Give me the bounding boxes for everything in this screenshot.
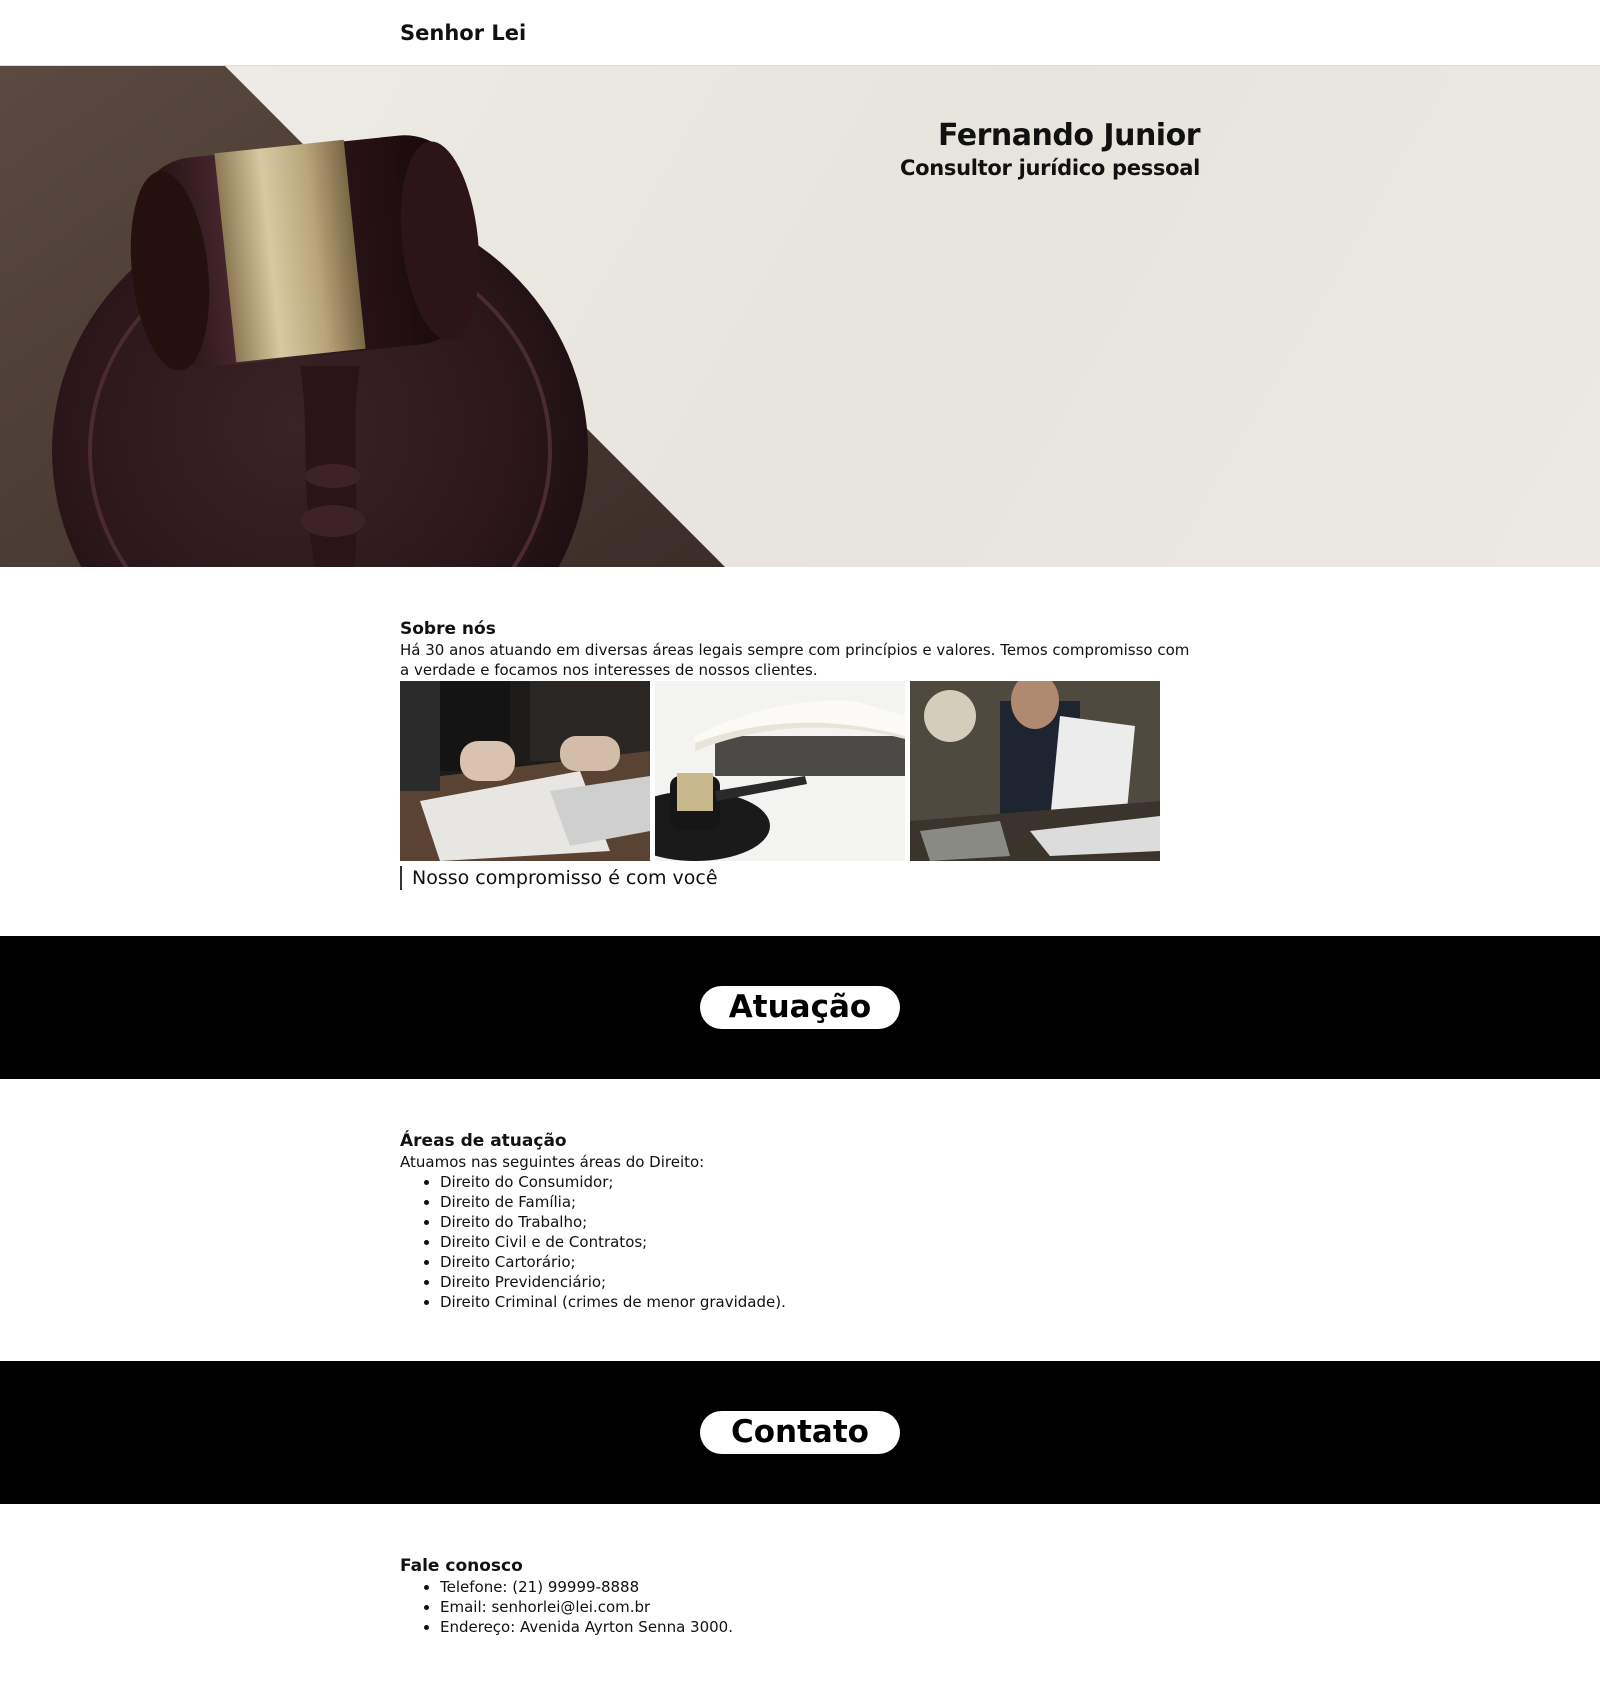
list-item: Direito Cartorário; xyxy=(440,1252,1200,1272)
contact-address: Endereço: Avenida Ayrton Senna 3000. xyxy=(440,1617,1200,1637)
list-item: Direito Civil e de Contratos; xyxy=(440,1232,1200,1252)
contato-heading-pill: Contato xyxy=(700,1411,900,1454)
hero-role: Consultor jurídico pessoal xyxy=(900,156,1200,180)
hero-name: Fernando Junior xyxy=(938,118,1200,153)
areas-section: Áreas de atuação Atuamos nas seguintes á… xyxy=(0,1079,1600,1361)
areas-intro: Atuamos nas seguintes áreas do Direito: xyxy=(400,1153,705,1171)
contact-section: Fale conosco Telefone: (21) 99999-8888 E… xyxy=(0,1504,1600,1637)
gavel-on-sound-block-photo xyxy=(0,66,725,567)
list-item: Direito do Consumidor; xyxy=(440,1172,1200,1192)
atuacao-heading-pill: Atuação xyxy=(700,986,900,1029)
contato-band: Contato xyxy=(0,1361,1600,1504)
signing-contract-photo xyxy=(400,681,650,861)
list-item: Direito Criminal (crimes de menor gravid… xyxy=(440,1292,1200,1312)
atuacao-band: Atuação xyxy=(0,936,1600,1079)
site-header: Senhor Lei xyxy=(0,0,1600,66)
about-section: Sobre nós Há 30 anos atuando em diversas… xyxy=(0,567,1600,936)
list-item: Direito Previdenciário; xyxy=(440,1272,1200,1292)
contact-email: Email: senhorlei@lei.com.br xyxy=(440,1597,1200,1617)
contact-list: Telefone: (21) 99999-8888 Email: senhorl… xyxy=(400,1577,1200,1637)
hero-banner: Fernando Junior Consultor jurídico pesso… xyxy=(0,66,1600,567)
brand-logo-text[interactable]: Senhor Lei xyxy=(400,21,526,45)
about-photo-gallery xyxy=(400,681,1200,861)
areas-title: Áreas de atuação xyxy=(400,1131,567,1151)
about-text: Há 30 anos atuando em diversas áreas leg… xyxy=(400,641,1190,679)
lawyer-reading-document-photo xyxy=(910,681,1160,861)
contact-title: Fale conosco xyxy=(400,1556,523,1576)
areas-list: Direito do Consumidor; Direito de Famíli… xyxy=(400,1172,1200,1312)
list-item: Direito de Família; xyxy=(440,1192,1200,1212)
about-title: Sobre nós xyxy=(400,619,496,639)
commitment-quote: Nosso compromisso é com você xyxy=(400,866,1200,890)
list-item: Direito do Trabalho; xyxy=(440,1212,1200,1232)
hero-text: Fernando Junior Consultor jurídico pesso… xyxy=(900,118,1200,180)
contact-phone: Telefone: (21) 99999-8888 xyxy=(440,1577,1200,1597)
gavel-and-book-photo xyxy=(655,681,905,861)
